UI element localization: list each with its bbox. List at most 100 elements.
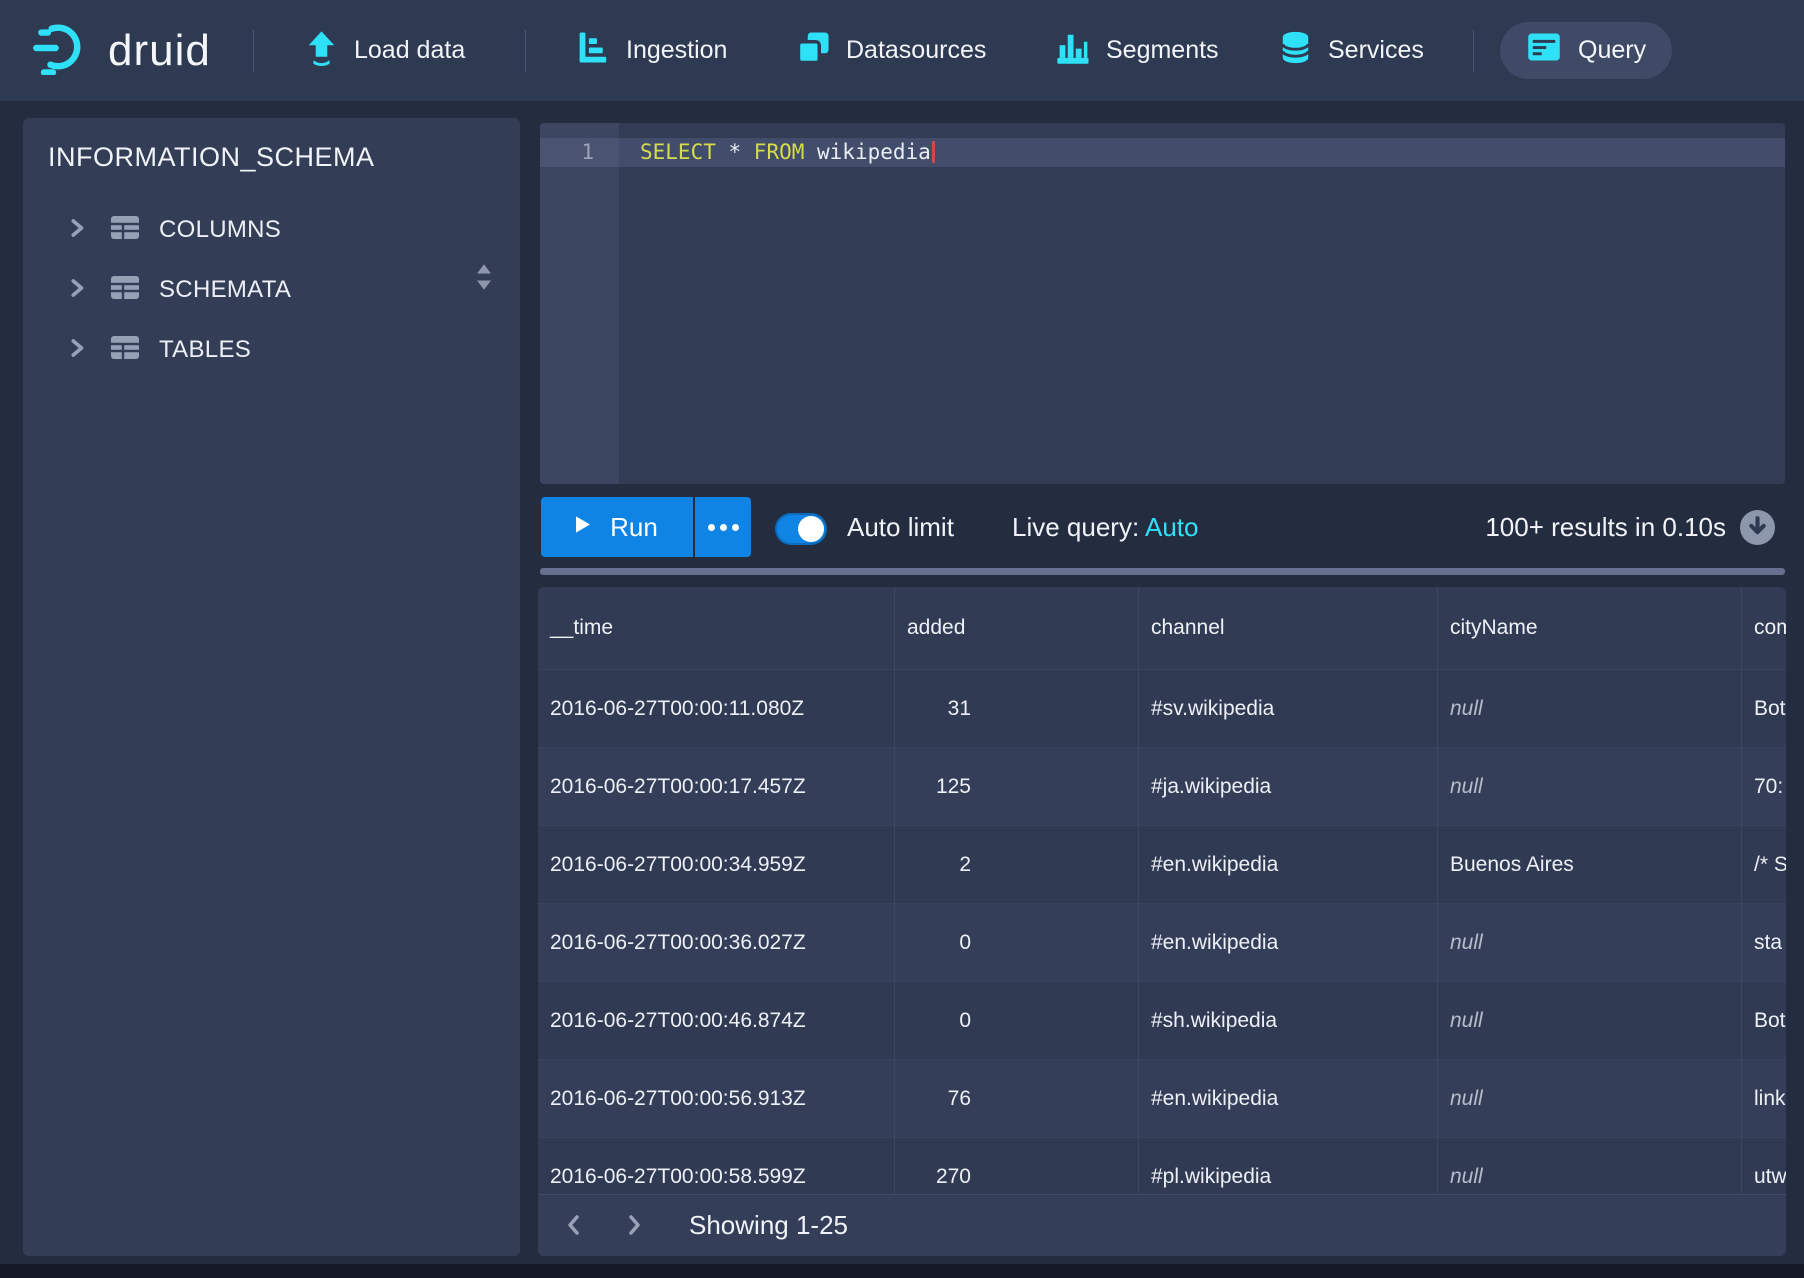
column-header-cityname[interactable]: cityName <box>1438 587 1742 669</box>
previous-page-button[interactable] <box>558 1209 590 1241</box>
sql-keyword: FROM <box>754 140 805 164</box>
column-header-comment[interactable]: comment <box>1742 587 1786 669</box>
stacked-squares-icon <box>795 29 832 73</box>
cell-time[interactable]: 2016-06-27T00:00:36.027Z <box>538 903 895 982</box>
query-results-table: __time added channel cityName comment 20… <box>538 587 1786 1256</box>
database-icon <box>1277 29 1314 73</box>
play-icon <box>576 516 590 538</box>
tree-item-schemata[interactable]: SCHEMATA <box>23 266 520 314</box>
chevron-right-icon <box>71 278 85 303</box>
cell-comment[interactable]: sta <box>1742 903 1786 982</box>
navbar-divider <box>253 30 254 72</box>
cell-time[interactable]: 2016-06-27T00:00:34.959Z <box>538 825 895 904</box>
ingestion-chart-icon <box>575 29 612 73</box>
table-row: 2016-06-27T00:00:36.027Z 0 #en.wikipedia… <box>538 904 1786 982</box>
navbar-divider <box>525 30 526 72</box>
editor-gutter <box>540 123 619 484</box>
text-cursor <box>932 141 935 163</box>
cell-added[interactable]: 31 <box>895 669 1139 748</box>
cell-added[interactable]: 76 <box>895 1059 1139 1138</box>
cell-added[interactable]: 125 <box>895 747 1139 826</box>
cell-time[interactable]: 2016-06-27T00:00:17.457Z <box>538 747 895 826</box>
table-row: 2016-06-27T00:00:46.874Z 0 #sh.wikipedia… <box>538 982 1786 1060</box>
nav-item-label: Datasources <box>846 36 986 65</box>
nav-item-label: Services <box>1328 36 1424 65</box>
cell-channel[interactable]: #en.wikipedia <box>1139 825 1438 904</box>
top-navbar: druid Load data Ingestion <box>0 0 1804 101</box>
cell-channel[interactable]: #ja.wikipedia <box>1139 747 1438 826</box>
column-header-added[interactable]: added <box>895 587 1139 669</box>
tree-item-tables[interactable]: TABLES <box>23 326 520 374</box>
nav-item-query-active[interactable]: Query <box>1500 22 1672 79</box>
table-row: 2016-06-27T00:00:56.913Z 76 #en.wikipedi… <box>538 1060 1786 1138</box>
download-results-button[interactable] <box>1740 510 1775 550</box>
results-summary: 100+ results in 0.10s <box>1376 497 1726 557</box>
results-pagination-footer: Showing 1-25 <box>538 1194 1786 1256</box>
nav-item-services[interactable]: Services <box>1277 0 1424 101</box>
line-number: 1 <box>540 138 594 167</box>
cell-added[interactable]: 0 <box>895 903 1139 982</box>
nav-item-ingestion[interactable]: Ingestion <box>575 0 727 101</box>
cell-channel[interactable]: #en.wikipedia <box>1139 903 1438 982</box>
cell-comment[interactable]: /* S <box>1742 825 1786 904</box>
cell-comment[interactable]: Bot <box>1742 981 1786 1060</box>
cell-cityname[interactable]: null <box>1438 669 1742 748</box>
cell-channel[interactable]: #sh.wikipedia <box>1139 981 1438 1060</box>
nav-item-datasources[interactable]: Datasources <box>795 0 986 101</box>
cell-time[interactable]: 2016-06-27T00:00:56.913Z <box>538 1059 895 1138</box>
schema-title: INFORMATION_SCHEMA <box>48 142 448 173</box>
console-query-icon <box>1526 30 1562 71</box>
cell-time[interactable]: 2016-06-27T00:00:46.874Z <box>538 981 895 1060</box>
run-button-label: Run <box>610 512 658 543</box>
tree-item-label: TABLES <box>159 336 251 364</box>
nav-item-label: Query <box>1578 36 1646 65</box>
ellipsis-icon <box>708 524 715 531</box>
run-more-options-button[interactable] <box>695 497 751 557</box>
table-row: 2016-06-27T00:00:11.080Z 31 #sv.wikipedi… <box>538 670 1786 748</box>
column-header-time[interactable]: __time <box>538 587 895 669</box>
cell-comment[interactable]: 70: <box>1742 747 1786 826</box>
next-page-button[interactable] <box>618 1209 650 1241</box>
nav-item-segments[interactable]: Segments <box>1055 0 1219 101</box>
table-grid-icon <box>109 274 141 306</box>
cell-added[interactable]: 2 <box>895 825 1139 904</box>
chevron-right-icon <box>71 218 85 243</box>
table-grid-icon <box>109 214 141 246</box>
cell-cityname[interactable]: null <box>1438 981 1742 1060</box>
table-row: 2016-06-27T00:00:17.457Z 125 #ja.wikiped… <box>538 748 1786 826</box>
column-header-channel[interactable]: channel <box>1139 587 1438 669</box>
upload-arrow-icon <box>303 29 340 73</box>
cell-cityname[interactable]: null <box>1438 747 1742 826</box>
sql-query-text: SELECT * FROM wikipedia <box>640 138 935 167</box>
nav-item-load-data[interactable]: Load data <box>303 0 465 101</box>
sql-keyword: SELECT <box>640 140 716 164</box>
cell-channel[interactable]: #en.wikipedia <box>1139 1059 1438 1138</box>
schema-sidebar: INFORMATION_SCHEMA COLUMNS <box>23 118 520 1256</box>
druid-logo-icon <box>30 21 94 80</box>
cell-added[interactable]: 0 <box>895 981 1139 1060</box>
brand-wordmark: druid <box>108 26 211 76</box>
bar-chart-icon <box>1055 29 1092 73</box>
sql-editor[interactable]: 1 SELECT * FROM wikipedia <box>540 123 1785 484</box>
bottom-edge-strip <box>0 1264 1804 1278</box>
live-query-value[interactable]: Auto <box>1145 512 1199 542</box>
cell-cityname[interactable]: Buenos Aires <box>1438 825 1742 904</box>
cell-cityname[interactable]: null <box>1438 903 1742 982</box>
cell-time[interactable]: 2016-06-27T00:00:11.080Z <box>538 669 895 748</box>
nav-item-label: Ingestion <box>626 36 727 65</box>
nav-item-label: Load data <box>354 36 465 65</box>
cell-channel[interactable]: #sv.wikipedia <box>1139 669 1438 748</box>
table-grid-icon <box>109 334 141 366</box>
tree-item-columns[interactable]: COLUMNS <box>23 206 520 254</box>
horizontal-scrollbar[interactable] <box>540 568 1785 575</box>
live-query-status: Live query: Auto <box>1012 497 1198 557</box>
auto-limit-toggle[interactable] <box>775 513 827 545</box>
cell-comment[interactable]: link <box>1742 1059 1786 1138</box>
cell-comment[interactable]: Bot <box>1742 669 1786 748</box>
cell-cityname[interactable]: null <box>1438 1059 1742 1138</box>
showing-range-label: Showing 1-25 <box>689 1195 848 1256</box>
druid-logo[interactable]: druid <box>30 0 211 101</box>
run-button[interactable]: Run <box>541 497 693 557</box>
toggle-knob <box>798 516 824 542</box>
tree-item-label: SCHEMATA <box>159 276 291 304</box>
